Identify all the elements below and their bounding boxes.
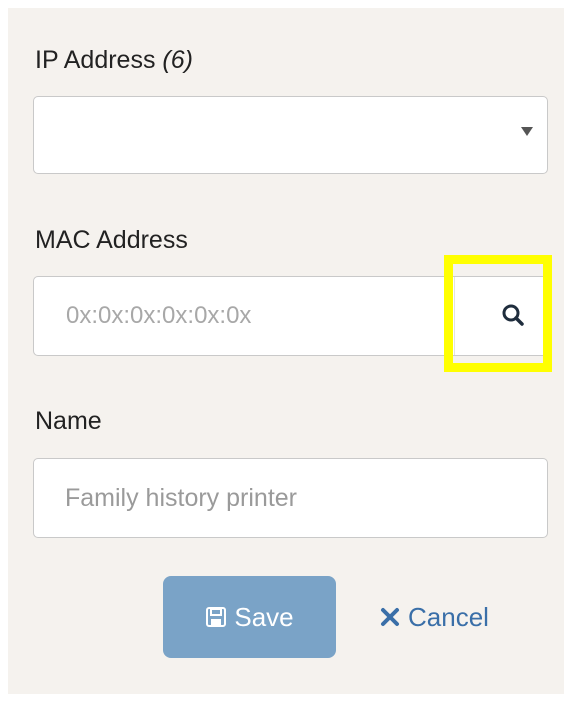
cancel-button-label: Cancel: [408, 601, 489, 632]
mac-address-input[interactable]: [34, 277, 454, 355]
mac-address-input-group: [33, 276, 548, 356]
ip-address-label: IP Address (6): [35, 45, 193, 75]
name-label: Name: [35, 407, 102, 435]
chevron-down-icon: [521, 127, 533, 136]
name-input[interactable]: [33, 458, 548, 538]
ip-address-select[interactable]: [33, 96, 548, 174]
x-mark-icon: [380, 607, 400, 627]
cancel-button[interactable]: Cancel: [380, 597, 489, 637]
mac-address-search-button[interactable]: [454, 277, 547, 355]
save-button[interactable]: Save: [163, 576, 336, 658]
floppy-disk-icon: [205, 606, 227, 628]
ip-address-count: (6): [162, 46, 193, 74]
ip-address-label-text: IP Address: [35, 46, 156, 74]
mac-address-label: MAC Address: [35, 226, 188, 254]
save-button-label: Save: [234, 601, 294, 632]
search-icon: [501, 303, 525, 332]
